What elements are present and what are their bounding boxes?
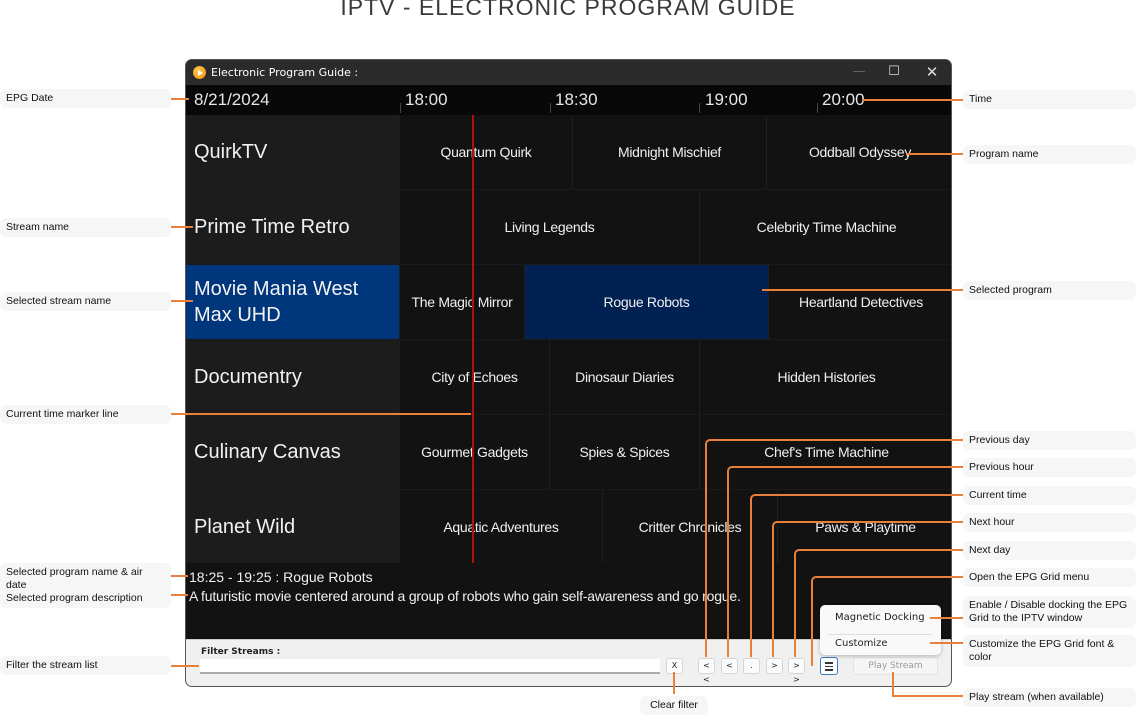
time-tick	[400, 103, 401, 113]
annotation-current-time: Current time	[963, 486, 1136, 505]
annotation-time-marker: Current time marker line	[0, 405, 171, 424]
program-cell[interactable]: Heartland Detectives	[768, 265, 951, 339]
annotation-epg-date: EPG Date	[0, 89, 171, 108]
time-tick	[699, 103, 700, 113]
time-tick	[550, 103, 551, 113]
stream-row: QuirkTV Quantum Quirk Midnight Mischief …	[186, 115, 951, 190]
selected-program-description: A futuristic movie centered around a gro…	[189, 588, 741, 604]
annotation-connector	[171, 413, 471, 415]
program-cell[interactable]: Midnight Mischief	[572, 115, 766, 189]
epg-date: 8/21/2024	[194, 90, 270, 109]
annotation-program-description: Selected program description	[0, 589, 171, 608]
annotation-previous-hour: Previous hour	[963, 458, 1136, 477]
filter-label: Filter Streams :	[201, 647, 281, 657]
stream-name[interactable]: Documentry	[186, 340, 399, 414]
selected-stream-name[interactable]: Movie Mania West Max UHD	[186, 265, 399, 339]
annotation-connector	[171, 98, 189, 100]
annotation-connector	[906, 153, 963, 155]
time-label: 19:00	[705, 90, 748, 109]
annotation-program-name: Program name	[963, 145, 1136, 164]
time-label: 18:00	[405, 90, 448, 109]
annotation-connector	[930, 642, 963, 644]
program-cell[interactable]: Aquatic Adventures	[399, 490, 602, 564]
annotation-next-day: Next day	[963, 541, 1136, 560]
stream-name-text: Movie Mania West Max UHD	[194, 278, 359, 326]
annotation-connector	[811, 576, 963, 666]
close-button[interactable]: ✕	[919, 63, 945, 81]
minimize-button[interactable]: —	[846, 63, 872, 81]
annotation-connector	[892, 672, 894, 696]
annotation-selected-stream: Selected stream name	[0, 292, 171, 311]
stream-row: Documentry City of Echoes Dinosaur Diari…	[186, 340, 951, 415]
app-play-icon	[193, 66, 206, 79]
filter-streams-input[interactable]	[200, 659, 660, 674]
program-cell[interactable]: Celebrity Time Machine	[699, 190, 951, 264]
annotation-connector	[673, 672, 675, 694]
stream-name[interactable]: QuirkTV	[186, 115, 399, 189]
program-cell[interactable]: Gourmet Gadgets	[399, 415, 549, 489]
previous-day-button[interactable]: < <	[698, 658, 715, 684]
time-label: 20:00	[822, 90, 865, 109]
annotation-play-stream: Play stream (when available)	[963, 688, 1136, 707]
time-tick	[817, 103, 818, 113]
annotation-clear-filter: Clear filter	[640, 696, 708, 715]
previous-hour-button[interactable]: <	[721, 658, 738, 674]
title-bar: Electronic Program Guide : — ☐ ✕	[186, 60, 951, 85]
maximize-button[interactable]: ☐	[881, 63, 907, 81]
annotation-previous-day: Previous day	[963, 431, 1136, 450]
program-cell[interactable]: Oddball Odyssey	[766, 115, 951, 189]
annotation-connector	[171, 594, 188, 596]
next-hour-button[interactable]: >	[766, 658, 783, 674]
annotation-selected-program: Selected program	[963, 281, 1136, 300]
annotation-connector	[930, 617, 963, 619]
selected-program-title: 18:25 - 19:25 : Rogue Robots	[189, 569, 373, 585]
program-cell[interactable]: The Magic Mirror	[399, 265, 524, 339]
annotation-time: Time	[963, 90, 1136, 109]
program-cell[interactable]: Hidden Histories	[699, 340, 951, 414]
annotation-connector	[171, 575, 188, 577]
time-label: 18:30	[555, 90, 598, 109]
annotation-filter: Filter the stream list	[0, 656, 171, 675]
annotation-next-hour: Next hour	[963, 513, 1136, 532]
annotation-connector	[862, 99, 963, 101]
window-title: Electronic Program Guide :	[211, 66, 359, 79]
program-cell[interactable]: Spies & Spices	[549, 415, 699, 489]
stream-name[interactable]: Culinary Canvas	[186, 415, 399, 489]
program-cell[interactable]: Living Legends	[399, 190, 699, 264]
annotation-customize: Customize the EPG Grid font & color	[963, 635, 1136, 667]
annotation-stream-name: Stream name	[0, 218, 171, 237]
current-time-button[interactable]: .	[743, 658, 760, 674]
annotation-connector	[171, 300, 193, 302]
stream-name[interactable]: Planet Wild	[186, 490, 399, 564]
program-cell[interactable]: Dinosaur Diaries	[549, 340, 699, 414]
next-day-button[interactable]: > >	[788, 658, 805, 684]
hamburger-icon-line	[825, 669, 833, 671]
stream-name[interactable]: Prime Time Retro	[186, 190, 399, 264]
annotation-connector	[171, 226, 193, 228]
current-time-marker-line	[472, 115, 474, 563]
stream-row: Prime Time Retro Living Legends Celebrit…	[186, 190, 951, 265]
stream-row-selected: Movie Mania West Max UHD The Magic Mirro…	[186, 265, 951, 340]
annotation-connector	[762, 289, 963, 291]
annotation-grid-menu: Open the EPG Grid menu	[963, 568, 1136, 587]
time-header: 8/21/2024 18:00 18:30 19:00 20:00	[186, 85, 951, 115]
page-title: IPTV - ELECTRONIC PROGRAM GUIDE	[340, 0, 796, 20]
annotation-magnetic-docking: Enable / Disable docking the EPG Grid to…	[963, 596, 1136, 628]
program-cell[interactable]: Quantum Quirk	[399, 115, 572, 189]
selected-program-cell[interactable]: Rogue Robots	[524, 265, 768, 339]
annotation-connector	[892, 695, 963, 697]
annotation-connector	[171, 665, 199, 667]
program-cell[interactable]: City of Echoes	[399, 340, 549, 414]
